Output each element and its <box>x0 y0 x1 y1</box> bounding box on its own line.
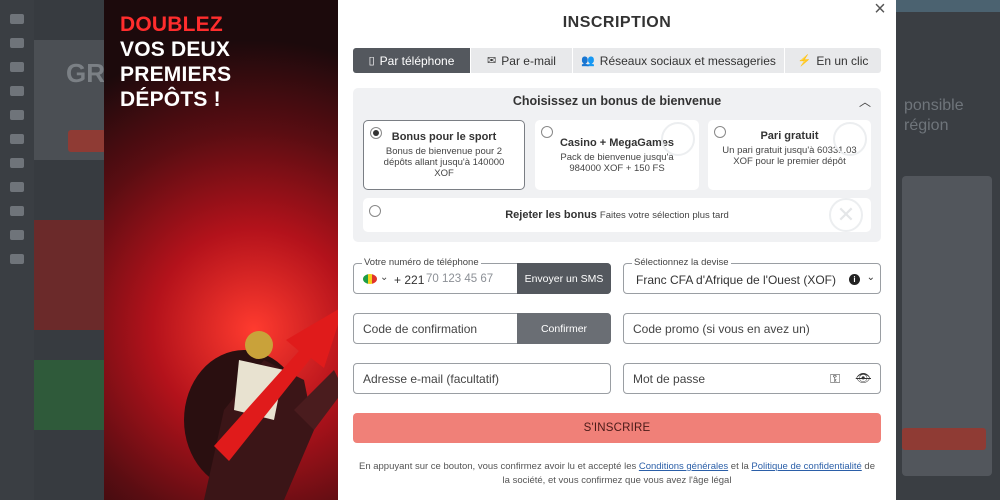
legal-part: et la <box>728 461 752 472</box>
card-icon <box>10 158 24 168</box>
radio-selected[interactable] <box>370 127 382 139</box>
chevron-down-icon[interactable]: ⌄ <box>380 272 388 283</box>
currency-value: Franc CFA d'Afrique de l'Ouest (XOF) <box>636 273 836 287</box>
eye-slash-icon[interactable]: 👁 <box>856 371 871 385</box>
background-sidebar <box>0 0 34 500</box>
background-strip <box>896 0 1000 12</box>
reject-hint: Faites votre sélection plus tard <box>599 210 729 221</box>
x-watermark-icon: ✕ <box>829 198 863 232</box>
currency-select[interactable]: Sélectionnez la devise Franc CFA d'Afriq… <box>623 257 881 294</box>
registration-tabs: ▯ Par téléphone ✉ Par e-mail 👥 Réseaux s… <box>353 48 881 73</box>
bookmark-icon <box>10 62 24 72</box>
dice-icon <box>10 206 24 216</box>
background-heading: GR <box>66 58 105 88</box>
modal-title: INSCRIPTION <box>562 14 672 31</box>
casino-watermark-icon <box>661 122 695 156</box>
tab-phone[interactable]: ▯ Par téléphone <box>353 48 471 73</box>
confirm-button[interactable]: Confirmer <box>517 313 611 344</box>
phone-field: Votre numéro de téléphone ⌄ + 221 Envoye… <box>353 257 611 294</box>
background-text: ponsible région <box>904 97 964 134</box>
tab-email[interactable]: ✉ Par e-mail <box>471 48 573 73</box>
radio-unselected[interactable] <box>714 126 726 138</box>
background-right-panel: ponsible région <box>896 0 1000 500</box>
star-icon <box>10 14 24 24</box>
promo-title: DOUBLEZ VOS DEUX PREMIERS DÉPÔTS ! <box>120 12 231 112</box>
bonus-option-reject[interactable]: Rejeter les bonus Faites votre sélection … <box>363 198 871 232</box>
menu-icon <box>10 110 24 120</box>
radio-unselected[interactable] <box>541 126 553 138</box>
background-card <box>34 360 106 430</box>
background-button <box>902 428 986 450</box>
ticket-watermark-icon <box>833 122 867 156</box>
phone-input[interactable] <box>426 270 518 288</box>
bonus-heading: Choisissez un bonus de bienvenue <box>512 94 722 108</box>
password-field: ⚿ 👁 <box>623 363 881 394</box>
bolt-icon: ⚡ <box>797 55 812 67</box>
bonus-option-casino[interactable]: Casino + MegaGames Pack de bienvenue jus… <box>535 120 699 190</box>
chart-icon <box>10 38 24 48</box>
send-sms-button[interactable]: Envoyer un SMS <box>517 263 611 294</box>
tab-label: Par e-mail <box>501 53 556 68</box>
legal-text: En appuyant sur ce bouton, vous confirme… <box>358 460 876 488</box>
ball-icon <box>10 134 24 144</box>
key-icon[interactable]: ⚿ <box>830 371 840 387</box>
promo-highlight: DOUBLEZ <box>120 13 223 36</box>
bonus-selector: Choisissez un bonus de bienvenue ︿ Bonus… <box>353 88 881 242</box>
tab-label: Par téléphone <box>379 53 455 68</box>
promo-banner: DOUBLEZ VOS DEUX PREMIERS DÉPÔTS ! <box>104 0 338 500</box>
senegal-flag-icon[interactable] <box>363 274 377 284</box>
users-icon: 👥 <box>581 55 595 67</box>
promo-text: VOS DEUX PREMIERS DÉPÔTS ! <box>120 38 232 111</box>
bonus-option-sport[interactable]: Bonus pour le sport Bonus de bienvenue p… <box>363 120 525 190</box>
bonus-option-freebet[interactable]: Pari gratuit Un pari gratuit jusqu'à 603… <box>708 120 871 190</box>
arrow-icon <box>214 309 338 461</box>
promo-code-field <box>623 313 881 344</box>
tab-label: Réseaux sociaux et messageries <box>599 53 776 68</box>
reject-text: Rejeter les bonus Faites votre sélection … <box>363 209 871 221</box>
info-icon[interactable]: i <box>849 274 860 285</box>
currency-label: Sélectionnez la devise <box>632 257 731 268</box>
reject-title: Rejeter les bonus <box>505 209 597 221</box>
privacy-link[interactable]: Politique de confidentialité <box>751 461 861 472</box>
background-button <box>68 130 106 152</box>
email-input[interactable] <box>363 370 598 388</box>
chevron-up-icon[interactable]: ︿ <box>859 93 871 110</box>
phone-label: Votre numéro de téléphone <box>362 257 481 268</box>
email-field <box>353 363 611 394</box>
bonus-title: Bonus pour le sport <box>391 131 497 143</box>
phone-icon: ▯ <box>368 55 375 67</box>
tab-one-click[interactable]: ⚡ En un clic <box>785 48 881 73</box>
phone-country-code: + 221 <box>394 273 425 287</box>
legal-part: En appuyant sur ce bouton, vous confirme… <box>358 461 639 472</box>
envelope-icon: ✉ <box>487 55 497 67</box>
confirmation-code-input[interactable] <box>363 320 513 338</box>
terms-link[interactable]: Conditions générales <box>639 461 728 472</box>
tab-social[interactable]: 👥 Réseaux sociaux et messageries <box>573 48 785 73</box>
bonus-description: Pack de bienvenue jusqu'à 984000 XOF + 1… <box>560 152 674 174</box>
tab-label: En un clic <box>816 53 869 68</box>
registration-modal: × INSCRIPTION ▯ Par téléphone ✉ Par e-ma… <box>338 0 896 500</box>
register-button[interactable]: S'INSCRIRE <box>353 413 881 443</box>
password-input[interactable] <box>633 370 813 388</box>
trophy-icon <box>10 254 24 264</box>
confirmation-code-field: Confirmer <box>353 313 611 344</box>
chevron-down-icon[interactable]: ⌄ <box>867 272 875 283</box>
gift-icon <box>10 230 24 240</box>
background-card <box>34 220 106 330</box>
promo-code-input[interactable] <box>633 320 868 338</box>
game-icon <box>10 182 24 192</box>
dot-icon <box>10 86 24 96</box>
bonus-description: Bonus de bienvenue pour 2 dépôts allant … <box>383 146 505 179</box>
